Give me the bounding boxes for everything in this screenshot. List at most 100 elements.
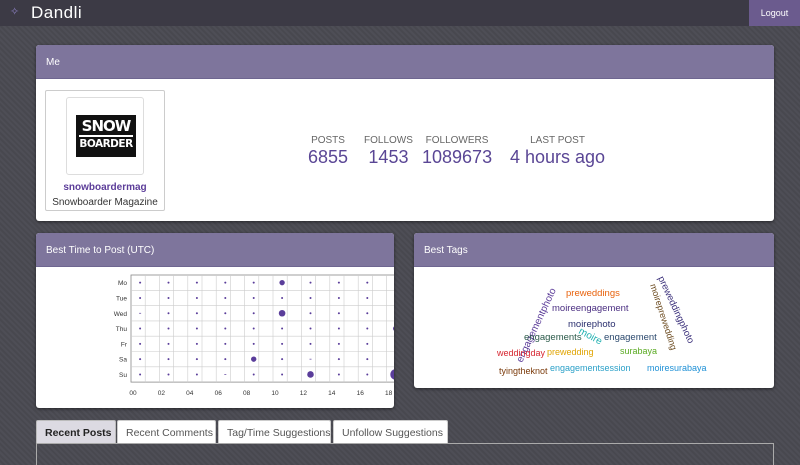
logo-line-2: BOARDER [79,135,133,152]
heatmap-cell [252,296,255,299]
stat-followers: FOLLOWERS 1089673 [422,135,492,168]
heatmap-cell [139,358,142,361]
avatar[interactable]: SNOW BOARDER [66,97,144,175]
heatmap-cell [337,327,340,330]
top-navbar: ✧ Dandli Logout [0,0,800,26]
heatmap-cell [337,358,340,361]
heatmap-cell [366,327,369,330]
best-time-panel-title: Best Time to Post (UTC) [36,233,394,267]
heatmap-day-label: Tue [116,295,127,302]
bottom-tabs: Recent Posts Recent Comments Tag/Time Su… [36,420,774,444]
profile-full-name: Snowboarder Magazine [52,197,158,208]
heatmap-cell [281,296,284,299]
tab-recent-posts[interactable]: Recent Posts [36,420,116,444]
heatmap-cell [281,373,284,376]
best-time-heatmap: MoTueWedThuFrSaSu00020406081012141618202… [114,274,394,397]
heatmap-cell [167,296,170,299]
tag-word[interactable]: surabaya [620,346,657,356]
heatmap-cell [252,342,255,345]
stat-follows: FOLLOWS 1453 [364,135,413,168]
tag-word[interactable]: preweddings [566,288,620,299]
heatmap-hour-label: 02 [158,390,166,397]
heatmap-cell [281,358,284,361]
heatmap-cell [224,296,227,299]
heatmap-cell [366,312,369,315]
stat-last-post-value: 4 hours ago [510,147,606,167]
heatmap-hour-label: 00 [129,390,137,397]
tag-word[interactable]: engagementsession [550,363,631,373]
heatmap-cell [307,371,314,378]
heatmap-cell [167,358,170,361]
me-panel-title: Me [36,45,774,79]
heatmap-cell [252,281,255,284]
me-panel: Me SNOW BOARDER snowboardermag Snowboard… [36,45,774,221]
tab-recent-comments[interactable]: Recent Comments [117,420,216,444]
stat-last-post-label: LAST POST [530,135,585,146]
heatmap-cell [195,327,198,330]
heatmap-cell [278,309,286,317]
tag-word[interactable]: prewedding [547,347,594,357]
tag-word[interactable]: weddingday [496,348,546,358]
tag-word[interactable]: engagements [524,332,582,343]
heatmap-cell [167,342,170,345]
heatmap-frame [130,274,394,383]
brand-icon[interactable]: ✧ [10,5,19,18]
heatmap-hour-label: 12 [300,390,308,397]
heatmap-cell [252,373,255,376]
heatmap-cell [252,327,255,330]
heatmap-cell [309,327,312,330]
heatmap-cell [167,281,170,284]
tag-word[interactable]: tyingtheknot [499,366,548,376]
heatmap-cell [167,373,170,376]
app-title[interactable]: Dandli [31,3,82,23]
tab-unfollow-suggestions[interactable]: Unfollow Suggestions [333,420,448,444]
heatmap-cell [139,281,142,284]
best-tags-panel: Best Tags engagementphoto preweddings pr… [414,233,774,388]
heatmap-cell [366,281,369,284]
heatmap-cell [139,373,142,376]
heatmap-hour-label: 10 [271,390,279,397]
heatmap-cell [139,327,142,330]
tab-tag-time-suggestions[interactable]: Tag/Time Suggestions [218,420,331,444]
heatmap-cell [195,296,198,299]
stat-follows-value: 1453 [368,147,409,167]
heatmap-cell [337,281,340,284]
tag-word[interactable]: moiresurabaya [647,363,707,373]
tag-word[interactable]: moirephoto [568,319,616,330]
heatmap-cell [337,296,340,299]
tag-word[interactable]: moireengagement [552,303,629,314]
heatmap-day-label: Su [119,372,127,379]
tag-word[interactable]: engagement [604,332,657,343]
logo-line-1: SNOW [81,117,132,135]
stat-followers-value: 1089673 [422,147,493,167]
heatmap-cell [224,327,227,330]
heatmap-cell [309,312,312,315]
best-tags-word-cloud: engagementphoto preweddings preweddingph… [496,275,707,376]
stat-posts-value: 6855 [308,147,349,167]
heatmap-day-label: Fr [121,341,128,348]
heatmap-day-label: Mo [118,280,127,287]
profile-username[interactable]: snowboardermag [46,182,164,193]
heatmap-cell [279,279,285,286]
heatmap-day-label: Thu [116,326,128,333]
heatmap-cell [366,296,369,299]
heatmap-cell [224,281,227,284]
heatmap-cell [224,312,227,315]
heatmap-cell [195,373,198,376]
heatmap-cell [366,342,369,345]
heatmap-hour-label: 18 [385,390,393,397]
snowboarder-logo: SNOW BOARDER [76,115,136,157]
heatmap-cell [224,342,227,345]
heatmap-cell [281,342,284,345]
heatmap-hour-label: 16 [357,390,365,397]
heatmap-cell [309,342,312,345]
heatmap-hour-label: 08 [243,390,251,397]
logout-button[interactable]: Logout [749,0,800,26]
heatmap-cell [195,358,198,361]
stat-posts-label: POSTS [311,135,345,146]
heatmap-hour-label: 04 [186,390,194,397]
best-tags-panel-title: Best Tags [414,233,774,267]
heatmap-cell [309,296,312,299]
heatmap-hour-label: 06 [215,390,223,397]
heatmap-cell [337,373,340,376]
